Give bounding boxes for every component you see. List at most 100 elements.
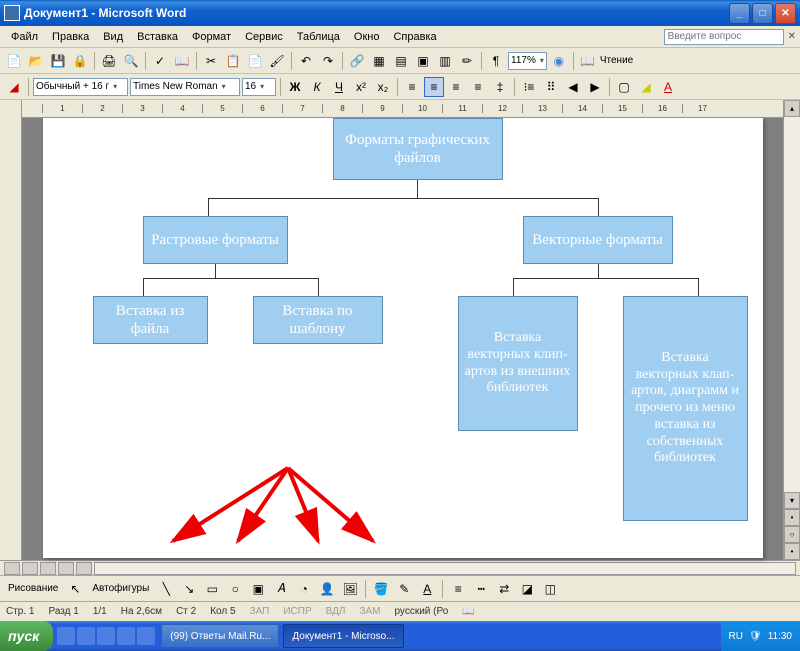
align-justify-icon[interactable]: ≡: [468, 77, 488, 97]
align-center-icon[interactable]: ≡: [424, 77, 444, 97]
scroll-up-button[interactable]: ▴: [784, 100, 800, 117]
bullets-icon[interactable]: ⠿: [541, 77, 561, 97]
vertical-ruler[interactable]: [0, 100, 22, 560]
vertical-scrollbar[interactable]: ▴ ▾ • ○ •: [783, 100, 800, 560]
menu-help[interactable]: Справка: [386, 29, 443, 45]
status-trk[interactable]: ИСПР: [283, 606, 311, 617]
print-icon[interactable]: 🖨: [99, 51, 119, 71]
outline-view-button[interactable]: [58, 562, 74, 575]
new-doc-icon[interactable]: 📄: [4, 51, 24, 71]
status-rec[interactable]: ЗАП: [250, 606, 270, 617]
paste-icon[interactable]: 📄: [245, 51, 265, 71]
align-right-icon[interactable]: ≡: [446, 77, 466, 97]
diagram-r2[interactable]: Вставка векторных клап-артов, диаграмм и…: [623, 296, 748, 521]
doc-close-button[interactable]: ✕: [788, 31, 796, 42]
numbering-icon[interactable]: ⁝≡: [519, 77, 539, 97]
menu-window[interactable]: Окно: [347, 29, 387, 45]
taskbar-item-mailru[interactable]: (99) Ответы Mail.Ru...: [161, 624, 279, 648]
line-spacing-icon[interactable]: ‡: [490, 77, 510, 97]
menu-format[interactable]: Формат: [185, 29, 238, 45]
line-icon[interactable]: ╲: [156, 579, 176, 599]
tables-borders-icon[interactable]: ▦: [369, 51, 389, 71]
status-ext[interactable]: ВДЛ: [326, 606, 346, 617]
insert-table-icon[interactable]: ▤: [391, 51, 411, 71]
align-left-icon[interactable]: ≡: [402, 77, 422, 97]
styles-icon[interactable]: ◢: [4, 77, 24, 97]
permission-icon[interactable]: 🔒: [70, 51, 90, 71]
subscript-icon[interactable]: x₂: [373, 77, 393, 97]
research-icon[interactable]: 📖: [172, 51, 192, 71]
menu-table[interactable]: Таблица: [290, 29, 347, 45]
borders-icon[interactable]: ▢: [614, 77, 634, 97]
status-spellcheck-icon[interactable]: 📖: [462, 606, 474, 617]
arrow-style-icon[interactable]: ⇄: [494, 579, 514, 599]
browse-object-button[interactable]: ○: [784, 526, 800, 543]
underline-icon[interactable]: Ч: [329, 77, 349, 97]
italic-icon[interactable]: К: [307, 77, 327, 97]
picture-icon[interactable]: 🖼: [340, 579, 360, 599]
drawing-icon[interactable]: ✏: [457, 51, 477, 71]
font-combo[interactable]: Times New Roman▾: [130, 78, 240, 96]
columns-icon[interactable]: ▥: [435, 51, 455, 71]
menu-file[interactable]: Файл: [4, 29, 45, 45]
zoom-combo[interactable]: 117%▾: [508, 52, 547, 70]
ql-desktop-icon[interactable]: [97, 627, 115, 645]
ql-media-icon[interactable]: [117, 627, 135, 645]
diagram-left[interactable]: Растровые форматы: [143, 216, 288, 264]
hyperlink-icon[interactable]: 🔗: [347, 51, 367, 71]
maximize-button[interactable]: □: [752, 3, 773, 24]
line-style-icon[interactable]: ≡: [448, 579, 468, 599]
diagram-l1[interactable]: Вставка из файла: [93, 296, 208, 344]
diagram-icon[interactable]: ◔: [294, 579, 314, 599]
menu-edit[interactable]: Правка: [45, 29, 96, 45]
start-button[interactable]: пуск: [0, 621, 53, 651]
excel-icon[interactable]: ▣: [413, 51, 433, 71]
diagram-right[interactable]: Векторные форматы: [523, 216, 673, 264]
minimize-button[interactable]: _: [729, 3, 750, 24]
tray-icon[interactable]: 🛡: [749, 631, 762, 642]
undo-icon[interactable]: ↶: [296, 51, 316, 71]
spellcheck-icon[interactable]: ✓: [150, 51, 170, 71]
3d-icon[interactable]: ◫: [540, 579, 560, 599]
line-color-icon[interactable]: ✎: [394, 579, 414, 599]
horizontal-ruler[interactable]: 1234567891011121314151617: [22, 100, 783, 118]
highlight-icon[interactable]: ◢: [636, 77, 656, 97]
status-ovr[interactable]: ЗАМ: [359, 606, 380, 617]
next-page-button[interactable]: •: [784, 543, 800, 560]
dash-style-icon[interactable]: ┅: [471, 579, 491, 599]
autoshapes-menu[interactable]: Автофигуры: [88, 581, 153, 596]
web-view-button[interactable]: [22, 562, 38, 575]
format-painter-icon[interactable]: 🖌: [267, 51, 287, 71]
fill-color-icon[interactable]: 🪣: [371, 579, 391, 599]
shadow-icon[interactable]: ◪: [517, 579, 537, 599]
textbox-icon[interactable]: ▣: [248, 579, 268, 599]
scroll-down-button[interactable]: ▾: [784, 492, 800, 509]
arrow-icon[interactable]: ↘: [179, 579, 199, 599]
taskbar-item-word[interactable]: Документ1 - Microso...: [283, 624, 403, 648]
read-mode-label[interactable]: Чтение: [600, 55, 633, 66]
wordart-icon[interactable]: 𝐴: [271, 579, 291, 599]
menu-insert[interactable]: Вставка: [130, 29, 185, 45]
status-lang[interactable]: русский (Ро: [394, 606, 448, 617]
copy-icon[interactable]: 📋: [223, 51, 243, 71]
save-icon[interactable]: 💾: [48, 51, 68, 71]
page[interactable]: Форматы графических файлов Растровые фор…: [43, 118, 763, 558]
indent-icon[interactable]: ▶: [585, 77, 605, 97]
ql-app-icon[interactable]: [137, 627, 155, 645]
diagram-root[interactable]: Форматы графических файлов: [333, 118, 503, 180]
select-objects-icon[interactable]: ↖: [65, 579, 85, 599]
bold-icon[interactable]: Ж: [285, 77, 305, 97]
normal-view-button[interactable]: [4, 562, 20, 575]
superscript-icon[interactable]: x²: [351, 77, 371, 97]
reading-view-button[interactable]: [76, 562, 92, 575]
preview-icon[interactable]: 🔍: [121, 51, 141, 71]
help-icon[interactable]: ◉: [549, 51, 569, 71]
outdent-icon[interactable]: ◀: [563, 77, 583, 97]
tray-clock[interactable]: 11:30: [768, 631, 792, 642]
open-icon[interactable]: 📂: [26, 51, 46, 71]
font-color-icon[interactable]: A: [658, 77, 678, 97]
drawing-menu[interactable]: Рисование: [4, 581, 62, 596]
redo-icon[interactable]: ↷: [318, 51, 338, 71]
close-button[interactable]: ✕: [775, 3, 796, 24]
docmap-icon[interactable]: ¶: [486, 51, 506, 71]
